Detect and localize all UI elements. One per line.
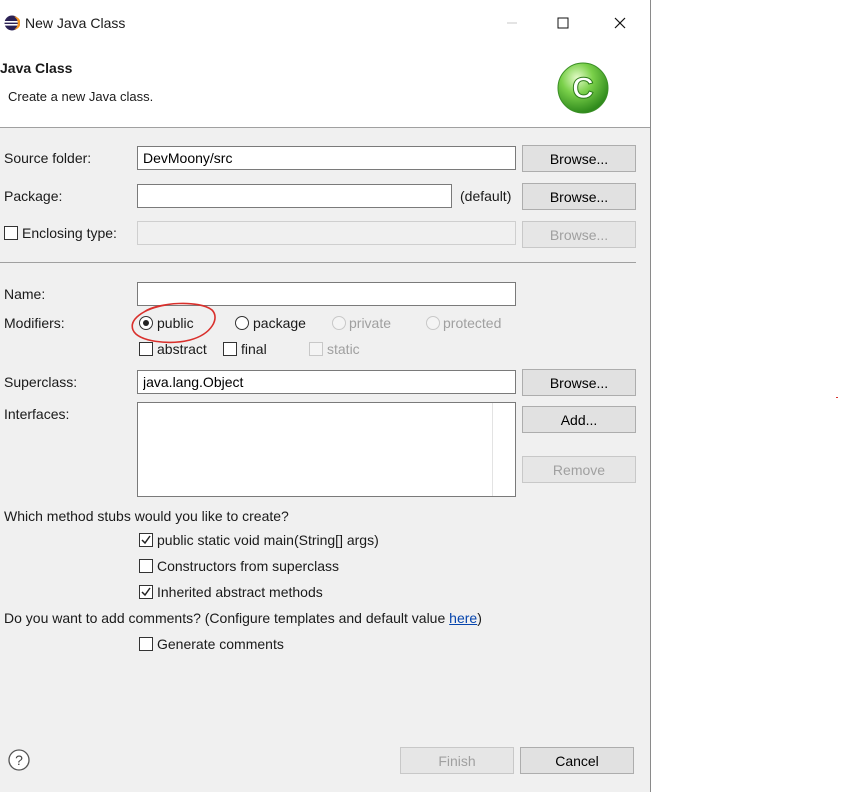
stub-inherited-label: Inherited abstract methods <box>157 584 323 600</box>
eclipse-icon <box>4 15 20 31</box>
checkmark-icon <box>141 587 151 597</box>
window-title: New Java Class <box>25 15 126 31</box>
title-bar[interactable]: New Java Class <box>0 0 650 46</box>
wizard-description: Create a new Java class. <box>8 89 154 104</box>
stub-main-label: public static void main(String[] args) <box>157 532 379 548</box>
enclosing-type-label: Enclosing type: <box>22 225 117 241</box>
enclosing-type-input <box>137 221 516 245</box>
add-interface-button[interactable]: Add... <box>522 406 636 433</box>
red-circle-annotation <box>131 302 216 344</box>
package-label: Package: <box>4 188 63 204</box>
modifier-private-radio <box>332 316 346 330</box>
interfaces-list[interactable] <box>137 402 516 497</box>
enclosing-type-browse-button: Browse... <box>522 221 636 248</box>
stub-main-checkbox[interactable] <box>139 533 153 547</box>
interfaces-label: Interfaces: <box>4 406 70 422</box>
modifier-package-radio[interactable] <box>235 316 249 330</box>
modifier-static-checkbox <box>309 342 323 356</box>
source-folder-browse-button[interactable]: Browse... <box>522 145 636 172</box>
method-stubs-question: Which method stubs would you like to cre… <box>4 508 289 524</box>
minimize-icon <box>507 22 517 24</box>
java-class-icon: C <box>557 62 609 114</box>
name-label: Name: <box>4 286 46 302</box>
modifier-final-label: final <box>241 341 267 357</box>
superclass-browse-button[interactable]: Browse... <box>522 369 636 396</box>
close-icon <box>614 17 626 29</box>
modifier-package-label: package <box>253 315 306 331</box>
modifier-protected-radio <box>426 316 440 330</box>
comments-question: Do you want to add comments? (Configure … <box>4 610 482 626</box>
comments-question-suffix: ) <box>477 610 482 626</box>
wizard-title: Java Class <box>0 60 73 76</box>
modifier-private-label: private <box>349 315 392 331</box>
maximize-button[interactable] <box>541 6 585 40</box>
help-icon[interactable]: ? <box>8 749 30 771</box>
package-input[interactable] <box>137 184 452 208</box>
section-separator <box>0 262 636 263</box>
checkmark-icon <box>141 535 151 545</box>
stub-constructors-checkbox[interactable] <box>139 559 153 573</box>
svg-text:?: ? <box>15 752 23 768</box>
package-default-hint: (default) <box>460 188 512 204</box>
superclass-label: Superclass: <box>4 374 78 390</box>
close-button[interactable] <box>598 6 642 40</box>
source-folder-label: Source folder: <box>4 150 92 166</box>
remove-interface-button: Remove <box>522 456 636 483</box>
modifiers-label: Modifiers: <box>4 315 65 331</box>
package-browse-button[interactable]: Browse... <box>522 183 636 210</box>
new-java-class-dialog: New Java Class Java Class Create a new J… <box>0 0 651 792</box>
minimize-button[interactable] <box>490 6 534 40</box>
generate-comments-checkbox[interactable] <box>139 637 153 651</box>
source-folder-input[interactable] <box>137 146 516 170</box>
stub-constructors-label: Constructors from superclass <box>157 558 340 574</box>
wizard-header: Java Class Create a new Java class. C <box>0 46 650 128</box>
modifier-protected-label: protected <box>443 315 502 331</box>
comments-question-text: Do you want to add comments? (Configure … <box>4 610 450 626</box>
finish-button: Finish <box>400 747 514 774</box>
generate-comments-label: Generate comments <box>157 636 284 652</box>
stray-annotation-mark <box>836 397 838 398</box>
modifier-final-checkbox[interactable] <box>223 342 237 356</box>
badge-letter: C <box>572 72 594 105</box>
modifier-static-label: static <box>327 341 360 357</box>
configure-templates-link[interactable]: here <box>449 610 477 626</box>
stub-inherited-checkbox[interactable] <box>139 585 153 599</box>
superclass-input[interactable] <box>137 370 516 394</box>
maximize-icon <box>557 17 569 29</box>
cancel-button[interactable]: Cancel <box>520 747 634 774</box>
enclosing-type-checkbox[interactable] <box>4 226 18 240</box>
interfaces-scrollbar[interactable] <box>492 403 515 496</box>
